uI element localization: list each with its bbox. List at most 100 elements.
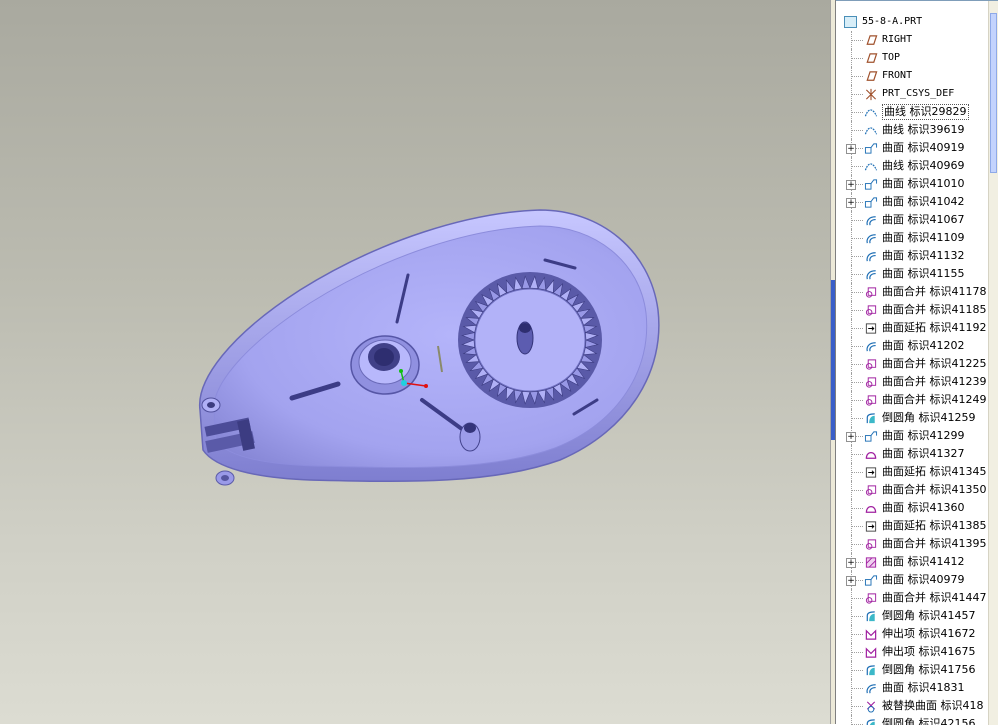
tree-guide-line bbox=[851, 382, 863, 383]
tree-guide-line bbox=[851, 76, 863, 77]
tree-guide-line bbox=[851, 328, 863, 329]
tree-guide-line bbox=[851, 238, 863, 239]
sweep-surface-icon bbox=[866, 234, 876, 244]
merge-icon bbox=[865, 287, 877, 298]
graphics-viewport[interactable] bbox=[0, 0, 830, 724]
tree-item[interactable]: 曲面合并 标识41395 bbox=[836, 535, 989, 553]
tree-item[interactable]: 曲线 标识29829 bbox=[836, 103, 989, 121]
tree-item-label: 曲面 标识41132 bbox=[882, 249, 965, 262]
tree-item-label: 曲面 标识41831 bbox=[882, 681, 965, 694]
tree-guide-line bbox=[851, 508, 863, 509]
tree-item[interactable]: + 曲面 标识41299 bbox=[836, 427, 989, 445]
tree-guide-line bbox=[851, 220, 863, 221]
csys-icon bbox=[865, 88, 877, 101]
tree-guide-line bbox=[851, 130, 863, 131]
surface-icon bbox=[864, 575, 878, 586]
tree-guide-line bbox=[851, 346, 863, 347]
tree-item[interactable]: + 曲面 标识40919 bbox=[836, 139, 989, 157]
tree-item[interactable]: 倒圆角 标识41756 bbox=[836, 661, 989, 679]
tree-item[interactable]: 曲面 标识41202 bbox=[836, 337, 989, 355]
tree-guide-line bbox=[851, 40, 863, 41]
tree-item-label: 曲面 标识40979 bbox=[882, 573, 965, 586]
tree-item[interactable]: 曲面合并 标识41249 bbox=[836, 391, 989, 409]
tree-item[interactable]: 曲面 标识41132 bbox=[836, 247, 989, 265]
tree-guide-line bbox=[851, 400, 863, 401]
merge-icon bbox=[865, 359, 877, 370]
tree-item[interactable]: 曲面合并 标识41447 bbox=[836, 589, 989, 607]
tree-item-label: 曲面 标识41109 bbox=[882, 231, 965, 244]
tree-guide-line bbox=[851, 490, 863, 491]
tree-item[interactable]: 曲面 标识41067 bbox=[836, 211, 989, 229]
model-tree-panel: 55-8-A.PRT RIGHT TOP FRONT PRT_CSYS_DEF 曲线 标… bbox=[836, 0, 998, 725]
tree-item[interactable]: 曲面延拓 标识41385 bbox=[836, 517, 989, 535]
extend-icon bbox=[865, 521, 877, 532]
tree-item[interactable]: 曲线 标识40969 bbox=[836, 157, 989, 175]
expand-toggle-icon[interactable]: + bbox=[846, 558, 856, 568]
tree-scrollbar[interactable] bbox=[988, 1, 998, 725]
expand-toggle-icon[interactable]: + bbox=[846, 198, 856, 208]
tree-item[interactable]: 倒圆角 标识41457 bbox=[836, 607, 989, 625]
tree-item-label: 倒圆角 标识41756 bbox=[882, 663, 976, 676]
tree-item-label: 曲面延拓 标识41385 bbox=[882, 519, 987, 532]
tree-item[interactable]: TOP bbox=[836, 49, 989, 67]
datum-plane-icon bbox=[866, 53, 878, 63]
expand-toggle-icon[interactable]: + bbox=[846, 144, 856, 154]
expand-toggle-icon[interactable]: + bbox=[846, 432, 856, 442]
tree-guide-line bbox=[851, 454, 863, 455]
merge-icon bbox=[865, 485, 877, 496]
tree-item[interactable]: 曲面合并 标识41185 bbox=[836, 301, 989, 319]
tree-item[interactable]: RIGHT bbox=[836, 31, 989, 49]
tree-item[interactable]: 曲面 标识41327 bbox=[836, 445, 989, 463]
tree-item[interactable]: 被替换曲面 标识418 bbox=[836, 697, 989, 715]
curve-icon bbox=[864, 109, 878, 117]
tree-item-label: FRONT bbox=[882, 70, 913, 81]
tree-item-label: 曲面合并 标识41395 bbox=[882, 537, 987, 550]
tree-item[interactable]: 倒圆角 标识41259 bbox=[836, 409, 989, 427]
tree-item-label: 曲面 标识41327 bbox=[882, 447, 965, 460]
tree-item[interactable]: PRT_CSYS_DEF bbox=[836, 85, 989, 103]
tree-item[interactable]: 伸出项 标识41675 bbox=[836, 643, 989, 661]
tree-guide-line bbox=[851, 526, 863, 527]
datum-plane-icon bbox=[866, 35, 878, 45]
tree-item[interactable]: 曲线 标识39619 bbox=[836, 121, 989, 139]
tree-item[interactable]: 曲面延拓 标识41345 bbox=[836, 463, 989, 481]
scrollbar-thumb[interactable] bbox=[990, 13, 997, 173]
sweep-surface-icon bbox=[866, 252, 876, 262]
splitter-grip[interactable] bbox=[831, 280, 835, 440]
tree-item-label: 曲面合并 标识41239 bbox=[882, 375, 987, 388]
replace-surface-icon bbox=[866, 701, 876, 713]
tree-item[interactable]: 曲面 标识41155 bbox=[836, 265, 989, 283]
tree-item-label: 伸出项 标识41675 bbox=[882, 645, 976, 658]
surface-icon bbox=[864, 143, 878, 154]
tree-item[interactable]: 曲面合并 标识41239 bbox=[836, 373, 989, 391]
tree-item[interactable]: 曲面合并 标识41225 bbox=[836, 355, 989, 373]
tree-item[interactable]: 曲面合并 标识41178 bbox=[836, 283, 989, 301]
merge-icon bbox=[865, 539, 877, 550]
tree-guide-line bbox=[851, 310, 863, 311]
tree-guide-line bbox=[851, 472, 863, 473]
tree-root-label: 55-8-A.PRT bbox=[862, 16, 923, 27]
tree-item[interactable]: 曲面 标识41360 bbox=[836, 499, 989, 517]
tree-item[interactable]: + 曲面 标识41042 bbox=[836, 193, 989, 211]
merge-icon bbox=[865, 377, 877, 388]
tree-item-label: 曲面合并 标识41225 bbox=[882, 357, 987, 370]
tree-item[interactable]: 曲面 标识41109 bbox=[836, 229, 989, 247]
tree-guide-line bbox=[851, 166, 863, 167]
tree-item-label: PRT_CSYS_DEF bbox=[882, 88, 955, 99]
tree-item-label: 曲面延拓 标识41345 bbox=[882, 465, 987, 478]
tree-item-label: 曲面 标识41202 bbox=[882, 339, 965, 352]
expand-toggle-icon[interactable]: + bbox=[846, 576, 856, 586]
tree-item[interactable]: + 曲面 标识41412 bbox=[836, 553, 989, 571]
tree-item[interactable]: 曲面延拓 标识41192 bbox=[836, 319, 989, 337]
tree-item[interactable]: FRONT bbox=[836, 67, 989, 85]
boundary-surface-icon bbox=[865, 452, 877, 459]
tree-item[interactable]: + 曲面 标识40979 bbox=[836, 571, 989, 589]
protrusion-icon bbox=[865, 647, 877, 658]
tree-item[interactable]: 伸出项 标识41672 bbox=[836, 625, 989, 643]
tree-item[interactable]: + 曲面 标识41010 bbox=[836, 175, 989, 193]
tree-item[interactable]: 曲面合并 标识41350 bbox=[836, 481, 989, 499]
expand-toggle-icon[interactable]: + bbox=[846, 180, 856, 190]
tree-item[interactable]: 曲面 标识41831 bbox=[836, 679, 989, 697]
curve-icon bbox=[864, 163, 878, 171]
sweep-surface-icon bbox=[866, 216, 876, 226]
